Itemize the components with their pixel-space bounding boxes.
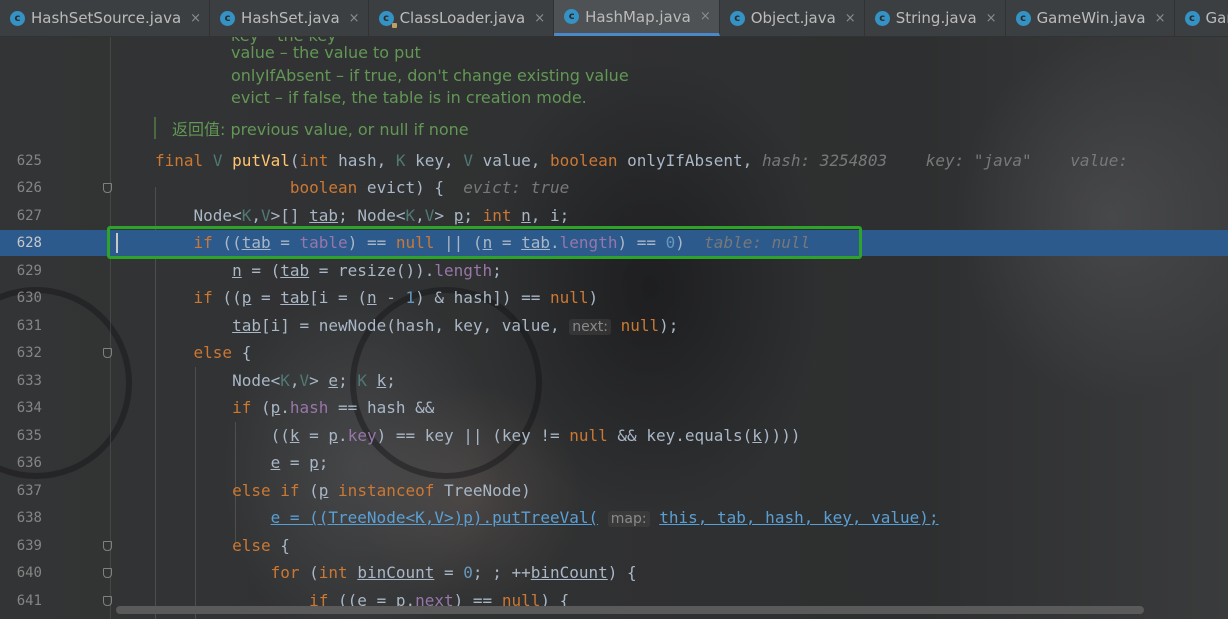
close-icon[interactable]: × xyxy=(700,9,711,24)
tab-label: String.java xyxy=(895,9,977,27)
code-line-633[interactable]: 633 Node<K,V> e; K k; xyxy=(0,368,1228,394)
tab-game[interactable]: c Game xyxy=(1175,0,1228,36)
fold-marker-icon[interactable] xyxy=(103,183,112,193)
code-line-625[interactable]: 625 final V putVal(int hash, K key, V va… xyxy=(0,148,1228,174)
doc-gutter-bar xyxy=(154,117,156,139)
tab-label: HashMap.java xyxy=(585,7,691,26)
line-number: 639 xyxy=(16,538,42,554)
fold-marker-icon[interactable] xyxy=(103,596,112,606)
java-class-icon: c xyxy=(1015,10,1031,26)
text-caret xyxy=(116,233,118,253)
tab-gamewin-java[interactable]: c GameWin.java × xyxy=(1006,0,1175,36)
code-line-632[interactable]: 632 else { xyxy=(0,340,1228,366)
code-text: Node<K,V> e; K k; xyxy=(155,371,396,390)
line-number: 629 xyxy=(16,263,42,279)
code-text: final V putVal(int hash, K key, V value,… xyxy=(155,151,1129,170)
line-number: 628 xyxy=(16,235,42,251)
line-number: 632 xyxy=(16,345,42,361)
line-number: 638 xyxy=(16,510,42,526)
tab-label: GameWin.java xyxy=(1036,9,1146,27)
close-icon[interactable]: × xyxy=(845,11,856,26)
code-text: e = ((TreeNode<K,V>)p).putTreeVal( map: … xyxy=(270,508,939,527)
code-text: ((k = p.key) == key || (key != null && k… xyxy=(155,426,801,445)
code-text: else { xyxy=(193,343,252,362)
code-line-634[interactable]: 634 if (p.hash == hash && xyxy=(0,395,1228,421)
editor-tab-bar: c HashSetSource.java × c HashSet.java × c Class… xyxy=(0,0,1228,37)
code-line-637[interactable]: 637 else if (p instanceof TreeNode) xyxy=(0,478,1228,504)
java-class-icon: c xyxy=(564,9,580,24)
highlight-box xyxy=(107,226,862,259)
fold-marker-icon[interactable] xyxy=(103,568,112,578)
code-line-630[interactable]: 630 if ((p = tab[i = (n - 1) & hash]) ==… xyxy=(0,285,1228,311)
code-text: else { xyxy=(232,536,290,555)
line-number: 627 xyxy=(16,208,42,224)
line-number: 641 xyxy=(16,593,42,609)
line-number: 637 xyxy=(16,483,42,499)
java-class-icon: c xyxy=(378,10,397,28)
tab-label: HashSet.java xyxy=(241,9,340,27)
tab-label: Object.java xyxy=(750,9,836,27)
inline-hint-value: value: xyxy=(1070,151,1129,170)
code-line-636[interactable]: 636 e = p; xyxy=(0,450,1228,476)
doc-returns-text: previous value, or null if none xyxy=(225,120,469,139)
inline-hint-hash: hash: 3254803 xyxy=(761,151,888,170)
close-icon[interactable]: × xyxy=(986,11,997,26)
code-line-631[interactable]: 631 tab[i] = newNode(hash, key, value, n… xyxy=(0,313,1228,339)
code-line-626[interactable]: 626 boolean evict) { evict: true xyxy=(0,175,1228,201)
code-text: n = (tab = resize()).length; xyxy=(232,261,502,280)
tab-label: HashSetSource.java xyxy=(31,9,182,27)
code-text: else if (p instanceof TreeNode) xyxy=(232,481,531,500)
tab-classloader-java[interactable]: c ClassLoader.java × xyxy=(369,0,555,36)
close-icon[interactable]: × xyxy=(534,11,545,26)
tab-hashsetsource-java[interactable]: c HashSetSource.java × xyxy=(0,0,211,36)
code-editor[interactable]: key – the key value – the value to put o… xyxy=(0,37,1228,619)
doc-only-if-absent-line: onlyIfAbsent – if true, don't change exi… xyxy=(231,66,629,85)
line-number: 633 xyxy=(16,373,42,389)
line-number: 625 xyxy=(16,153,42,169)
tab-hashmap-java[interactable]: c HashMap.java × xyxy=(554,0,720,36)
code-text: if ((p = tab[i = (n - 1) & hash]) == nul… xyxy=(193,288,599,307)
code-text: tab[i] = newNode(hash, key, value, next:… xyxy=(232,316,679,335)
tab-label: Game xyxy=(1205,9,1228,27)
line-number: 636 xyxy=(16,455,42,471)
close-icon[interactable]: × xyxy=(1155,11,1166,26)
inline-hint-key: key: "java" xyxy=(925,151,1032,170)
line-number: 634 xyxy=(16,400,42,416)
inline-hint-evict: evict: true xyxy=(463,178,570,197)
close-icon[interactable]: × xyxy=(349,11,360,26)
line-number: 630 xyxy=(16,290,42,306)
code-line-629[interactable]: 629 n = (tab = resize()).length; xyxy=(0,258,1228,284)
java-class-icon: c xyxy=(1184,10,1200,26)
code-text: boolean evict) { evict: true xyxy=(289,178,570,197)
tab-string-java[interactable]: c String.java × xyxy=(865,0,1006,36)
line-number: 640 xyxy=(16,565,42,581)
java-class-icon: c xyxy=(220,10,236,26)
fold-marker-icon[interactable] xyxy=(103,541,112,551)
code-line-638[interactable]: 638 e = ((TreeNode<K,V>)p).putTreeVal( m… xyxy=(0,505,1228,531)
tab-object-java[interactable]: c Object.java × xyxy=(720,0,865,36)
line-number: 631 xyxy=(16,318,42,334)
tab-label: ClassLoader.java xyxy=(399,9,526,27)
code-text: for (int binCount = 0; ; ++binCount) { xyxy=(270,563,637,582)
code-text: e = p; xyxy=(270,453,329,472)
doc-returns-line: 返回值: previous value, or null if none xyxy=(172,116,469,140)
param-hint-map: map: xyxy=(607,511,650,527)
param-hint-next: next: xyxy=(569,319,611,335)
fold-marker-icon[interactable] xyxy=(103,348,112,358)
line-number: 635 xyxy=(16,428,42,444)
code-line-635[interactable]: 635 ((k = p.key) == key || (key != null … xyxy=(0,423,1228,449)
code-line-640[interactable]: 640 for (int binCount = 0; ; ++binCount)… xyxy=(0,560,1228,586)
java-class-icon: c xyxy=(874,10,890,26)
horizontal-scrollbar[interactable] xyxy=(116,606,1144,614)
line-number: 626 xyxy=(16,180,42,196)
tab-hashset-java[interactable]: c HashSet.java × xyxy=(210,0,369,36)
close-icon[interactable]: × xyxy=(190,11,201,26)
code-text: if (p.hash == hash && xyxy=(232,398,435,417)
doc-value-line: value – the value to put xyxy=(231,43,421,62)
doc-evict-line: evict – if false, the table is in creati… xyxy=(231,88,587,107)
java-class-icon: c xyxy=(10,10,25,26)
code-line-639[interactable]: 639 else { xyxy=(0,533,1228,559)
java-class-icon: c xyxy=(729,10,745,26)
doc-returns-label: 返回值: xyxy=(172,120,226,139)
